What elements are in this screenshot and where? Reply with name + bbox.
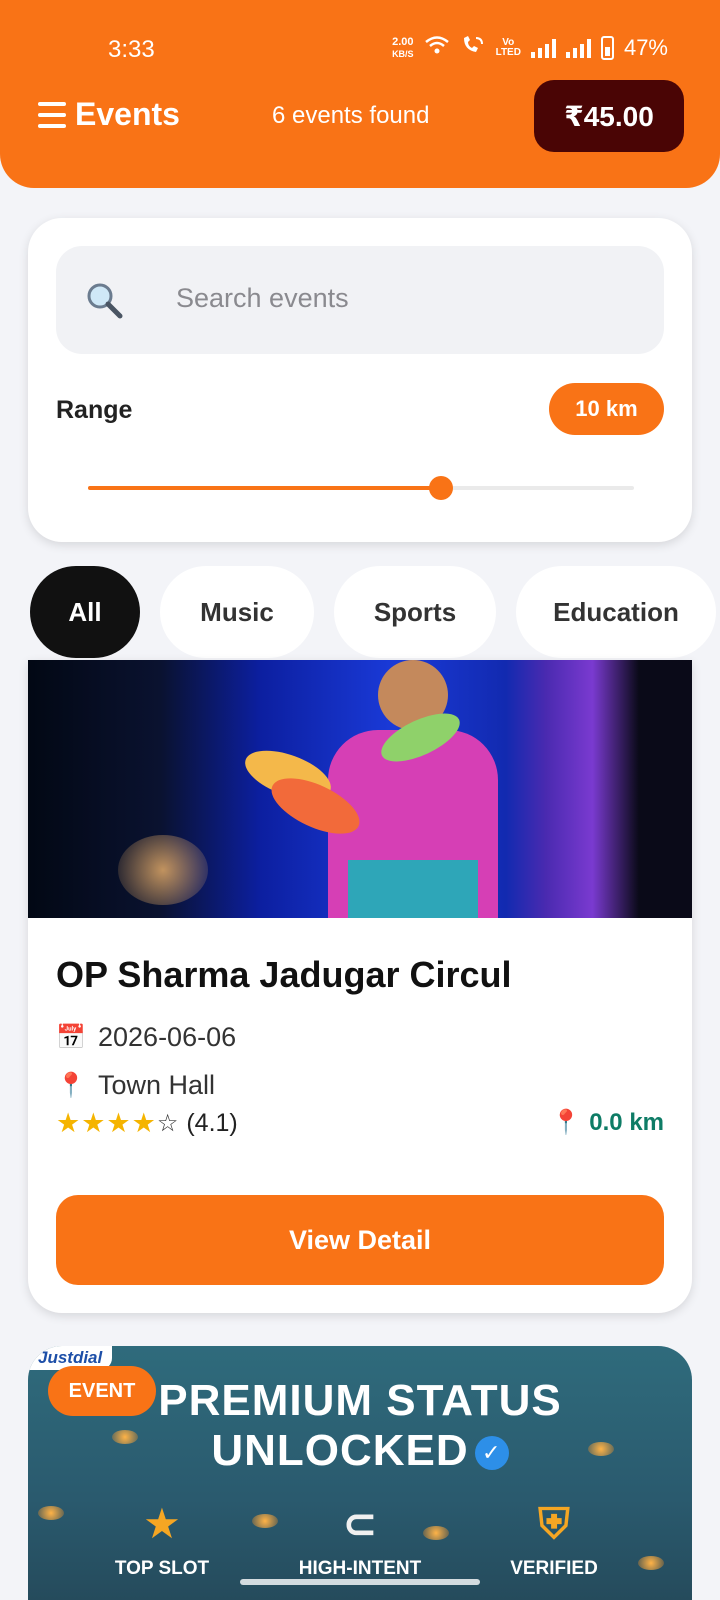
network-speed: 2.00 KB/S bbox=[392, 36, 414, 60]
page-title: Events bbox=[75, 96, 180, 132]
wifi-calling-icon bbox=[460, 34, 486, 62]
rating-value: (4.1) bbox=[186, 1109, 238, 1137]
wifi-icon bbox=[424, 35, 450, 61]
feature-label: VERIFIED bbox=[510, 1558, 598, 1579]
search-icon bbox=[84, 280, 124, 320]
chip-all[interactable]: All bbox=[30, 566, 140, 658]
distance-value: 0.0 km bbox=[589, 1108, 664, 1136]
network-speed-value: 2.00 bbox=[392, 36, 414, 48]
event-title: OP Sharma Jadugar Circul bbox=[56, 954, 512, 995]
feature-label: HIGH-INTENT bbox=[298, 1558, 422, 1579]
chip-education[interactable]: Education bbox=[516, 566, 716, 658]
slider-fill bbox=[88, 486, 441, 490]
signal-icon-sim2 bbox=[565, 38, 591, 58]
range-value-badge: 10 km bbox=[549, 383, 664, 435]
event-venue-row: 📍 Town Hall bbox=[56, 1070, 215, 1101]
filter-card: Range 10 km bbox=[28, 218, 692, 542]
feature-verified: ⛨ VERIFIED bbox=[464, 1496, 644, 1580]
event-card[interactable]: OP Sharma Jadugar Circul 📅 2026-06-06 📍 … bbox=[28, 660, 692, 1313]
feature-top-slot: ★ TOP SLOT bbox=[72, 1496, 252, 1580]
network-speed-unit: KB/S bbox=[392, 49, 414, 59]
feature-high-intent: ⊂ HIGH-INTENT bbox=[270, 1496, 450, 1580]
slider-thumb[interactable] bbox=[428, 476, 453, 500]
battery-icon bbox=[600, 36, 614, 60]
event-image bbox=[28, 660, 692, 918]
battery-percent: 47% bbox=[623, 35, 668, 60]
category-chips: All Music Sports Education bbox=[30, 566, 716, 658]
distance-pin-icon: 📍 bbox=[551, 1109, 582, 1136]
volte-indicator: Vo LTED bbox=[496, 38, 521, 58]
status-bar: 3:33 2.00 KB/S Vo LTED 47% bbox=[0, 28, 720, 68]
wallet-balance-button[interactable]: ₹45.00 bbox=[534, 80, 684, 152]
title-row: Events 6 events found ₹45.00 bbox=[0, 80, 720, 152]
events-count: 6 events found bbox=[272, 102, 430, 129]
location-pin-icon: 📍 bbox=[56, 1072, 86, 1099]
volte-bottom: LTED bbox=[495, 47, 521, 58]
rating-star-empty: ☆ bbox=[156, 1110, 179, 1137]
view-detail-button[interactable]: View Detail bbox=[56, 1195, 664, 1285]
event-date-row: 📅 2026-06-06 bbox=[56, 1022, 236, 1053]
event-distance: 📍 0.0 km bbox=[551, 1108, 664, 1137]
range-slider[interactable] bbox=[88, 476, 634, 500]
event-date: 2026-06-06 bbox=[98, 1022, 237, 1052]
event-type-badge: EVENT bbox=[48, 1366, 156, 1416]
range-label: Range bbox=[56, 396, 133, 424]
star-arrow-icon: ★ bbox=[143, 1500, 181, 1547]
magnet-people-icon: ⊂ bbox=[342, 1500, 378, 1547]
app-header: 3:33 2.00 KB/S Vo LTED 47% Events 6 even… bbox=[0, 0, 720, 188]
search-box[interactable] bbox=[56, 246, 664, 354]
status-time: 3:33 bbox=[108, 36, 155, 63]
chip-sports[interactable]: Sports bbox=[334, 566, 496, 658]
promo-headline-line2: UNLOCKED bbox=[211, 1426, 469, 1475]
search-input[interactable] bbox=[176, 276, 636, 320]
menu-icon[interactable] bbox=[38, 102, 66, 128]
signal-icon-sim1 bbox=[530, 38, 556, 58]
feature-label: TOP SLOT bbox=[114, 1558, 210, 1579]
verified-check-icon: ✓ bbox=[474, 1436, 509, 1471]
chip-music[interactable]: Music bbox=[160, 566, 314, 658]
promo-headline-line2-row: UNLOCKED ✓ bbox=[28, 1426, 692, 1476]
rating-stars: ★★★★ bbox=[56, 1108, 157, 1138]
status-icons: 2.00 KB/S Vo LTED 47% bbox=[392, 34, 668, 62]
event-venue: Town Hall bbox=[98, 1070, 216, 1100]
shield-check-icon: ⛨ bbox=[538, 1500, 570, 1547]
calendar-icon: 📅 bbox=[56, 1024, 86, 1051]
home-indicator[interactable] bbox=[240, 1579, 480, 1585]
event-rating: ★★★★ ☆ (4.1) bbox=[56, 1108, 238, 1139]
